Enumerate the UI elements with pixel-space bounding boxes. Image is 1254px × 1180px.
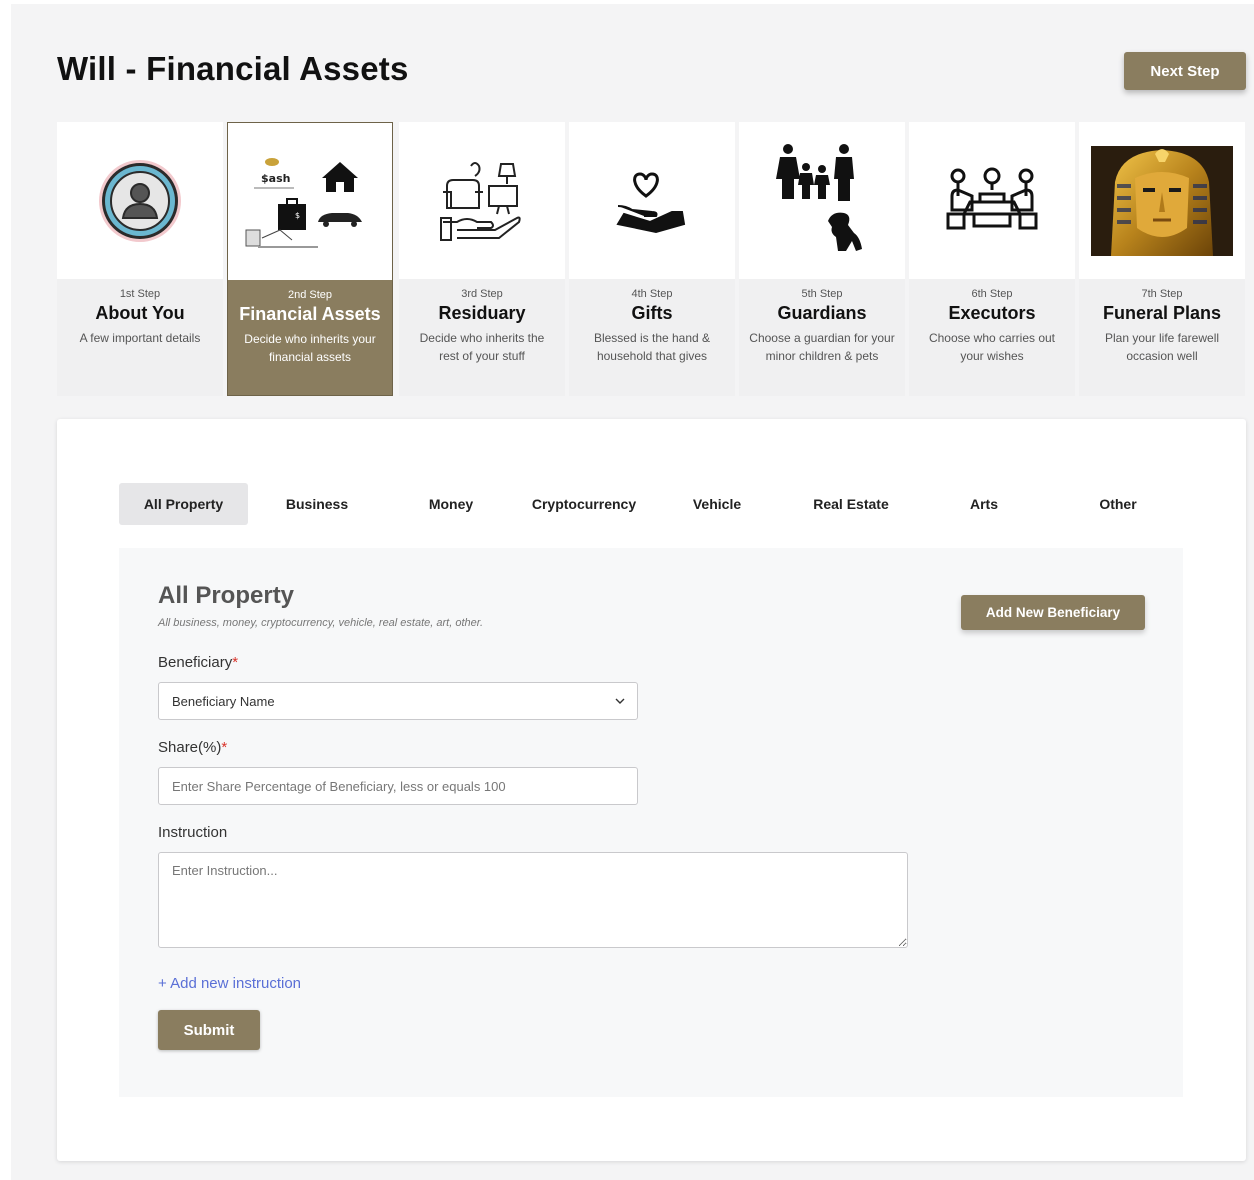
step-funeral-plans[interactable]: 7th Step Funeral Plans Plan your life fa…	[1079, 122, 1245, 396]
next-step-button[interactable]: Next Step	[1124, 52, 1246, 90]
meeting-table-icon	[946, 167, 1038, 229]
heart-hand-icon	[616, 171, 686, 233]
tab-arts[interactable]: Arts	[919, 483, 1049, 525]
financial-assets-icon: $ash $	[245, 157, 362, 248]
add-new-instruction-link[interactable]: + Add new instruction	[158, 975, 301, 992]
step-image	[399, 122, 565, 279]
tab-vehicle[interactable]: Vehicle	[652, 483, 782, 525]
required-mark: *	[232, 654, 239, 671]
tab-business[interactable]: Business	[252, 483, 382, 525]
step-number: 6th Step	[971, 288, 1013, 300]
step-image	[57, 122, 223, 279]
step-name: Financial Assets	[239, 304, 381, 324]
pharaoh-mask-image	[1091, 145, 1233, 256]
page-title: Will - Financial Assets	[57, 50, 409, 87]
step-financial-assets[interactable]: $ash $ 2nd Step Financial Assets Decide …	[227, 122, 393, 396]
tab-money[interactable]: Money	[386, 483, 516, 525]
chevron-down-icon	[615, 698, 625, 704]
beneficiary-label: Beneficiary*	[158, 654, 238, 671]
step-number: 3rd Step	[461, 288, 503, 300]
step-description: Blessed is the hand & household that giv…	[593, 331, 711, 363]
step-executors[interactable]: 6th Step Executors Choose who carries ou…	[909, 122, 1075, 396]
step-description: Decide who inherits your financial asset…	[244, 332, 376, 364]
step-image	[909, 122, 1075, 279]
required-mark: *	[221, 739, 228, 756]
step-description: Choose who carries out your wishes	[928, 331, 1056, 363]
panel-subtitle: All business, money, cryptocurrency, veh…	[158, 617, 484, 629]
step-name: Residuary	[438, 303, 526, 323]
tab-cryptocurrency[interactable]: Cryptocurrency	[519, 483, 649, 525]
step-description: A few important details	[79, 331, 201, 345]
tab-other[interactable]: Other	[1053, 483, 1183, 525]
family-pet-icon	[776, 143, 862, 251]
tab-all-property[interactable]: All Property	[119, 483, 248, 525]
share-input[interactable]	[158, 767, 638, 805]
step-name: Gifts	[631, 303, 673, 323]
step-name: Funeral Plans	[1102, 303, 1222, 323]
beneficiary-label-text: Beneficiary	[158, 654, 233, 671]
step-name: About You	[95, 303, 185, 323]
step-description: Plan your life farewell occasion well	[1104, 331, 1220, 363]
beneficiary-select[interactable]: Beneficiary Name	[158, 682, 638, 720]
tab-real-estate[interactable]: Real Estate	[786, 483, 916, 525]
step-name: Guardians	[777, 303, 867, 323]
add-new-beneficiary-button[interactable]: Add New Beneficiary	[961, 595, 1145, 630]
step-number: 7th Step	[1141, 288, 1183, 300]
step-image: $ash $	[228, 123, 392, 280]
step-image	[1079, 122, 1245, 279]
step-about-you[interactable]: 1st Step About You A few important detai…	[57, 122, 223, 396]
instruction-textarea[interactable]	[158, 852, 908, 948]
household-items-icon	[440, 161, 521, 241]
step-image	[569, 122, 735, 279]
step-residuary[interactable]: 3rd Step Residuary Decide who inherits t…	[399, 122, 565, 396]
submit-button[interactable]: Submit	[158, 1010, 260, 1050]
step-gifts[interactable]: 4th Step Gifts Blessed is the hand & hou…	[569, 122, 735, 396]
step-description: Decide who inherits the rest of your stu…	[419, 331, 545, 363]
step-image	[739, 122, 905, 279]
svg-text:$: $	[295, 211, 300, 220]
beneficiary-select-value: Beneficiary Name	[172, 693, 275, 709]
step-number: 2nd Step	[287, 289, 333, 301]
share-label: Share(%)*	[158, 739, 227, 756]
share-label-text: Share(%)	[158, 739, 222, 756]
cash-text: $ash	[261, 172, 290, 185]
step-number: 4th Step	[631, 288, 673, 300]
step-number: 1st Step	[119, 288, 161, 300]
form-panel	[119, 548, 1183, 1097]
user-avatar-icon	[99, 159, 181, 242]
instruction-label: Instruction	[158, 824, 228, 841]
step-guardians[interactable]: 5th Step Guardians Choose a guardian for…	[739, 122, 905, 396]
step-name: Executors	[948, 303, 1036, 323]
step-description: Choose a guardian for your minor childre…	[749, 331, 895, 363]
panel-title: All Property	[158, 582, 295, 609]
step-number: 5th Step	[801, 288, 843, 300]
